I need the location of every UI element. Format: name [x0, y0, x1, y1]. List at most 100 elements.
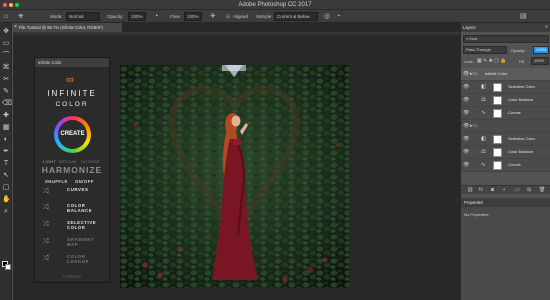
close-tab-icon[interactable]: × [14, 23, 17, 32]
layer-row[interactable]: 👁 ⚖ Color Balance [461, 94, 550, 107]
clone-stamp-icon[interactable]: ▦ [2, 124, 10, 132]
curves-label[interactable]: CURVES [67, 187, 88, 192]
visibility-eye-icon[interactable]: 👁 [463, 84, 469, 90]
pressure-opacity-icon[interactable]: ◔ [154, 12, 158, 21]
home-icon[interactable]: ⌂ [4, 12, 8, 21]
layer-mask-thumbnail[interactable] [493, 148, 502, 157]
layer-name: Color Balance [508, 149, 534, 154]
tools-panel: ✥ ▭ ⌒ ⌘ ✂ ✎ ⌫ ✚ ▦ ◐ ✒ T ↖ ▢ ✋ ⌕ [0, 23, 12, 300]
workspace-icon[interactable]: ▤ [520, 12, 527, 21]
gradient-map-row[interactable]: ⤮ GRADIENT MAP [41, 236, 107, 249]
gradient-map-label[interactable]: GRADIENT MAP [67, 237, 94, 247]
aligned-checkbox-icon[interactable]: ☑ [226, 12, 230, 21]
layers-tab[interactable]: Layers [463, 23, 476, 32]
lasso-tool-icon[interactable]: ⌒ [2, 52, 10, 60]
opacity-label: Opacity: [107, 14, 124, 19]
color-lookup-label[interactable]: COLOR LOOKUP [67, 254, 89, 264]
visibility-eye-icon[interactable]: 👁 [463, 149, 469, 155]
visibility-eye-icon[interactable]: 👁 [463, 110, 469, 116]
mode-intense[interactable]: INTENSE [81, 160, 100, 164]
mode-light[interactable]: LIGHT [43, 160, 56, 164]
document-tab[interactable]: × File Tutorial @ 66.7% (Infinite Color,… [13, 23, 123, 32]
path-select-tool-icon[interactable]: ⌕ [2, 208, 10, 216]
marquee-tool-icon[interactable]: ▭ [2, 40, 10, 48]
visibility-eye-icon[interactable]: 👁 [463, 136, 469, 142]
color-balance-label[interactable]: COLOR BALANCE [67, 203, 92, 213]
folder-icon[interactable]: ▸▭ [470, 123, 477, 129]
pen-tool-icon[interactable]: ▢ [2, 184, 10, 192]
shuffle-icon[interactable]: ⤮ [43, 238, 49, 246]
dodge-tool-icon[interactable]: ↖ [2, 172, 10, 180]
history-brush-icon[interactable]: ◐ [2, 136, 10, 144]
eraser-tool-icon[interactable]: ✒ [2, 148, 10, 156]
airbrush-icon[interactable]: ✈ [210, 12, 216, 21]
fill-input[interactable]: 100% [531, 57, 549, 65]
flow-input[interactable]: 100% [184, 12, 202, 21]
move-tool-icon[interactable]: ✥ [2, 28, 10, 36]
sample-dropdown[interactable]: Current & Below [274, 12, 318, 21]
photo-ivy-wall-woman [120, 65, 349, 288]
shuffle-icon[interactable]: ⤮ [43, 188, 49, 196]
mode-medium[interactable]: MEDIUM [59, 160, 77, 164]
layer-row[interactable]: 👁 ⚖ Color Balance [461, 146, 550, 159]
layer-mask-thumbnail[interactable] [493, 109, 502, 118]
gradient-tool-icon[interactable]: T [2, 160, 10, 168]
ignore-adjustment-icon[interactable]: ◎ [324, 12, 330, 21]
visibility-eye-icon[interactable]: 👁 [463, 123, 469, 129]
curves-row[interactable]: ⤮ CURVES [41, 186, 107, 199]
crop-tool-icon[interactable]: ✂ [2, 76, 10, 84]
mode-dropdown[interactable]: Normal [66, 12, 100, 21]
panel-menu-icon[interactable]: ≡ [545, 23, 548, 32]
quick-select-tool-icon[interactable]: ⌘ [2, 64, 10, 72]
color-balance-row[interactable]: ⤮ COLOR BALANCE [41, 202, 107, 215]
blend-mode-dropdown[interactable]: Pass Through [463, 46, 507, 54]
selective-color-adjustment-icon: ◧ [481, 84, 487, 90]
link-layers-icon[interactable]: ⛓ [467, 187, 473, 193]
layer-name: Color Balance [508, 97, 534, 102]
shuffle-icon[interactable]: ⤮ [43, 255, 49, 263]
layer-row[interactable]: 👁 ▸▭ Infinite Color [461, 68, 550, 81]
eyedropper-tool-icon[interactable]: ✎ [2, 88, 10, 96]
shuffle-icon[interactable]: ⤮ [43, 221, 49, 229]
new-group-icon[interactable]: ▭ [515, 187, 520, 193]
folder-icon[interactable]: ▸▭ [470, 71, 477, 77]
layer-row[interactable]: 👁 ▸▭ [461, 120, 550, 133]
clone-stamp-tool-icon[interactable]: ⎈ [18, 12, 24, 21]
layer-row[interactable]: 👁 ◧ Selective Color [461, 133, 550, 146]
brush-tool-icon[interactable]: ✚ [2, 112, 10, 120]
create-button[interactable]: CREATE [54, 116, 91, 153]
color-lookup-row[interactable]: ⤮ COLOR LOOKUP [41, 253, 107, 266]
adjustment-layer-icon[interactable]: ◐ [503, 187, 506, 193]
layer-mask-thumbnail[interactable] [493, 135, 502, 144]
opacity-input[interactable]: 100% [128, 12, 146, 21]
selective-color-row[interactable]: ⤮ SELECTIVE COLOR [41, 219, 107, 232]
layer-opacity-input[interactable]: 100% [533, 46, 549, 54]
layer-row[interactable]: 👁 ∿ Curves [461, 159, 550, 172]
layer-row[interactable]: 👁 ∿ Curves [461, 107, 550, 120]
layer-mask-thumbnail[interactable] [493, 161, 502, 170]
layer-mask-thumbnail[interactable] [493, 96, 502, 105]
layer-mask-thumbnail[interactable] [493, 83, 502, 92]
sample-label: Sample: [256, 14, 273, 19]
type-tool-icon[interactable]: ✋ [2, 196, 11, 204]
curves-adjustment-icon: ∿ [481, 110, 486, 116]
visibility-eye-icon[interactable]: 👁 [463, 162, 469, 168]
healing-brush-tool-icon[interactable]: ⌫ [2, 100, 12, 108]
pressure-size-icon[interactable]: ◔ [336, 12, 340, 21]
layer-filter-kind[interactable]: ⌕ Kind [463, 35, 549, 43]
visibility-eye-icon[interactable]: 👁 [463, 71, 469, 77]
harmonize-button[interactable]: HARMONIZE [35, 165, 109, 175]
add-mask-icon[interactable]: ◙ [491, 187, 494, 193]
properties-tab[interactable]: Properties [461, 198, 550, 207]
shuffle-icon[interactable]: ⤮ [43, 204, 49, 212]
new-layer-icon[interactable]: ⊞ [527, 187, 531, 193]
canvas-image[interactable] [120, 65, 349, 288]
lock-icons[interactable]: ▦ ✎ ✥ ▢ 🔒 [477, 58, 507, 64]
layer-style-icon[interactable]: fx [479, 187, 483, 193]
document-ruler [13, 32, 460, 35]
background-color-swatch[interactable] [5, 264, 11, 270]
visibility-eye-icon[interactable]: 👁 [463, 97, 469, 103]
delete-layer-icon[interactable]: 🗑 [539, 187, 545, 193]
layer-row[interactable]: 👁 ◧ Selective Color [461, 81, 550, 94]
selective-color-label[interactable]: SELECTIVE COLOR [67, 220, 96, 230]
